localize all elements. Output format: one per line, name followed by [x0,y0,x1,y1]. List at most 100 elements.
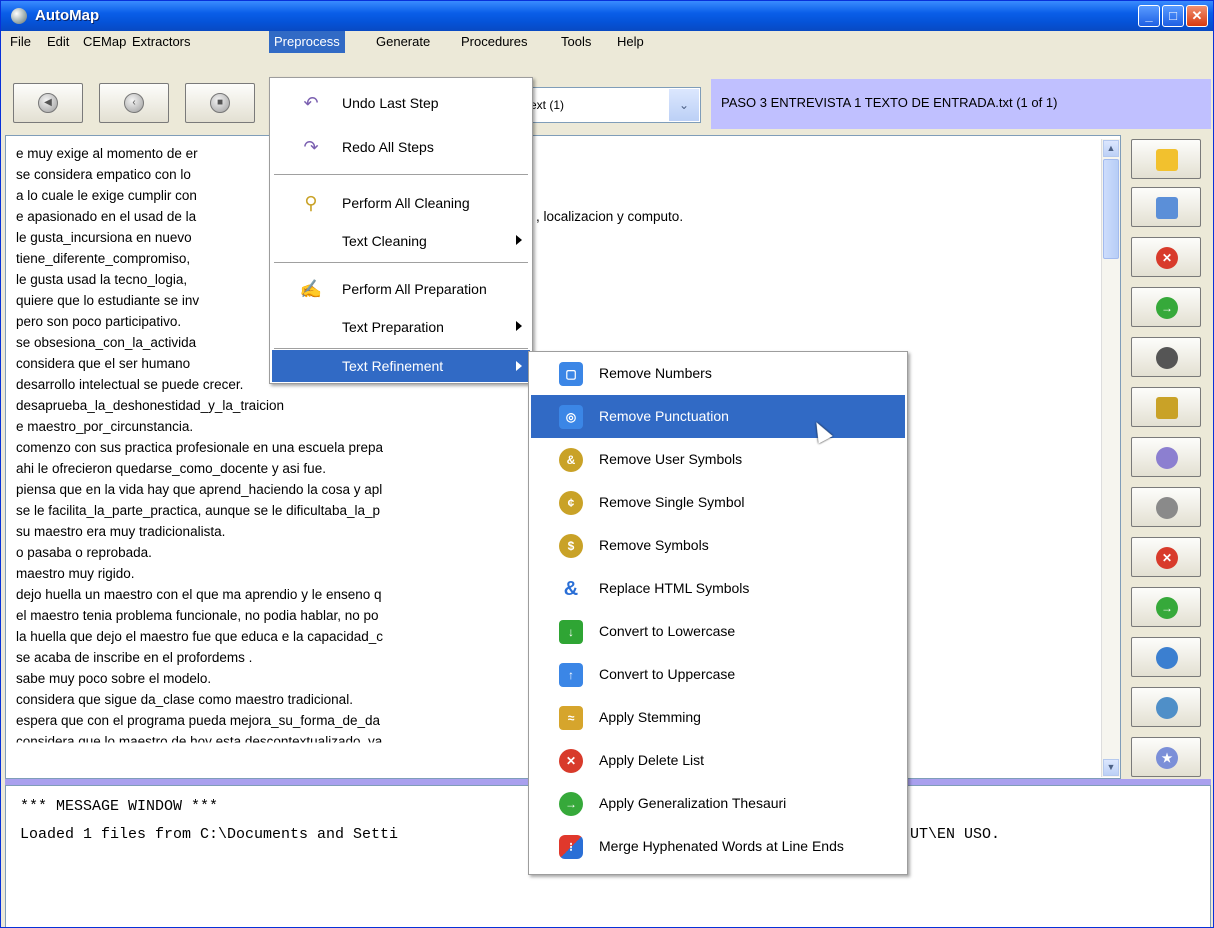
first-icon: ◀ [38,93,58,113]
menu-item-remove-symbols[interactable]: $ Remove Symbols [531,524,905,567]
menu-item-label: Text Refinement [342,358,444,374]
folder-image-button[interactable] [1131,187,1201,227]
text-line: le gusta_incursiona en nuevo [16,230,192,245]
scroll-thumb[interactable] [1103,159,1119,259]
folder-image-icon [1156,197,1178,219]
text-line: a lo cuale le exige cumplir con [16,188,197,203]
text-line: la huella que dejo el maestro fue que ed… [16,629,384,644]
submenu-arrow-icon [516,235,522,245]
menu-separator [274,262,528,263]
menu-file[interactable]: File [5,31,36,53]
globe-button[interactable] [1131,437,1201,477]
stamp-icon [1156,347,1178,369]
chevron-down-icon[interactable]: ⌄ [669,89,699,121]
menu-item-redo-all-steps[interactable]: ↷ Redo All Steps [272,128,530,166]
up-arrow-blue-icon: ↑ [559,663,583,687]
arrow-green-icon: → [559,792,583,816]
menu-item-perform-all-preparation[interactable]: ✍ Perform All Preparation [272,270,530,308]
menu-procedures[interactable]: Procedures [456,31,532,53]
stamp-button[interactable] [1131,337,1201,377]
app-icon [11,8,27,24]
minimize-button[interactable]: _ [1138,5,1160,27]
menu-tools[interactable]: Tools [556,31,596,53]
star-triangle-button[interactable]: ★ [1131,737,1201,777]
menu-item-convert-to-lowercase[interactable]: ↓ Convert to Lowercase [531,610,905,653]
menu-item-label: Convert to Lowercase [599,623,736,639]
menu-generate[interactable]: Generate [371,31,435,53]
text-line: considera que lo maestro de hoy esta des… [16,734,383,749]
disk-settings-button[interactable] [1131,487,1201,527]
stop-button[interactable]: ■ [185,83,255,123]
open-folder-button[interactable] [1131,139,1201,179]
image-settings-icon [1156,647,1178,669]
menu-item-label: Redo All Steps [342,139,434,155]
stemming-icon: ≈ [559,706,583,730]
menu-item-replace-html-symbols[interactable]: & Replace HTML Symbols [531,567,905,610]
previous-file-button[interactable]: ‹ [99,83,169,123]
current-file-name: PASO 3 ENTREVISTA 1 TEXTO DE ENTRADA.txt… [721,95,1058,110]
menu-item-label: Text Cleaning [342,233,427,249]
title-bar[interactable]: AutoMap _ □ ✕ [1,1,1213,31]
delete-list-button[interactable]: ✕ [1131,237,1201,277]
text-line: considera que el ser humano [16,356,191,371]
menu-item-remove-numbers[interactable]: ▢ Remove Numbers [531,352,905,395]
menu-edit[interactable]: Edit [42,31,74,53]
delete-list-edit-icon: ✕ [1156,547,1178,569]
text-line: se obsesiona_con_la_activida [16,335,197,350]
menu-item-remove-punctuation[interactable]: ◎ Remove Punctuation [531,395,905,438]
hand-writing-icon: ✍ [299,279,323,299]
menu-item-merge-hyphenated-words[interactable]: ⁝ Merge Hyphenated Words at Line Ends [531,825,905,868]
delete-list-edit-button[interactable]: ✕ [1131,537,1201,577]
thesaurus-edit-button[interactable]: → [1131,587,1201,627]
thesaurus-icon: → [1156,297,1178,319]
text-line: se acaba de inscribe en el profordems . [16,650,253,665]
text-scrollbar[interactable]: ▲ ▼ [1101,139,1120,777]
menu-item-remove-single-symbol[interactable]: ¢ Remove Single Symbol [531,481,905,524]
thesaurus-button[interactable]: → [1131,287,1201,327]
menu-item-apply-generalization-thesauri[interactable]: → Apply Generalization Thesauri [531,782,905,825]
message-header: *** MESSAGE WINDOW *** [20,798,219,815]
target-blue-icon: ◎ [559,405,583,429]
file-select[interactable]: ext (1) ⌄ [521,87,701,123]
menu-item-apply-delete-list[interactable]: ✕ Apply Delete List [531,739,905,782]
close-button[interactable]: ✕ [1186,5,1208,27]
menu-extractors[interactable]: Extractors [127,31,196,53]
film-button[interactable] [1131,387,1201,427]
globe-icon [1156,447,1178,469]
menu-item-label: Remove Single Symbol [599,494,745,510]
image-settings-button[interactable] [1131,637,1201,677]
menu-preprocess[interactable]: Preprocess [269,31,345,53]
text-line: considera que sigue da_clase como maestr… [16,692,353,707]
maximize-button[interactable]: □ [1162,5,1184,27]
menu-item-label: Convert to Uppercase [599,666,736,682]
text-line: quiere que lo estudiante se inv [16,293,200,308]
text-line: e maestro_por_circunstancia. [16,419,194,434]
text-line: e apasionado en el usad de la [16,209,197,224]
menu-item-text-preparation[interactable]: Text Preparation [272,308,530,346]
menu-item-label: Apply Delete List [599,752,705,768]
text-line: se le facilita_la_parte_practica, aunque… [16,503,380,518]
menu-item-apply-stemming[interactable]: ≈ Apply Stemming [531,696,905,739]
current-file-label: PASO 3 ENTREVISTA 1 TEXTO DE ENTRADA.txt… [711,79,1211,129]
menu-item-text-refinement[interactable]: Text Refinement [272,350,530,382]
menu-help[interactable]: Help [612,31,649,53]
menu-item-undo-last-step[interactable]: ↶ Undo Last Step [272,84,530,122]
text-line: desaprueba_la_deshonestidad_y_la_traicio… [16,398,284,413]
text-line: se considera empatico con lo [16,167,191,182]
text-line: dejo huella un maestro con el que ma apr… [16,587,382,602]
broom-icon: ⚲ [304,193,318,213]
map-button[interactable] [1131,687,1201,727]
coin-gold-icon: ¢ [559,491,583,515]
menu-item-remove-user-symbols[interactable]: & Remove User Symbols [531,438,905,481]
preprocess-menu: ↶ Undo Last Step ↷ Redo All Steps ⚲ Perf… [269,77,533,384]
text-line: o pasaba o reprobada. [16,545,152,560]
menu-item-text-cleaning[interactable]: Text Cleaning [272,222,530,260]
first-file-button[interactable]: ◀ [13,83,83,123]
delete-list-icon: ✕ [1156,247,1178,269]
menu-item-convert-to-uppercase[interactable]: ↑ Convert to Uppercase [531,653,905,696]
menu-item-perform-all-cleaning[interactable]: ⚲ Perform All Cleaning [272,184,530,222]
scroll-down-icon[interactable]: ▼ [1103,759,1119,776]
merge-icon: ⁝ [559,835,583,859]
scroll-up-icon[interactable]: ▲ [1103,140,1119,157]
menu-cemap[interactable]: CEMap [78,31,131,53]
